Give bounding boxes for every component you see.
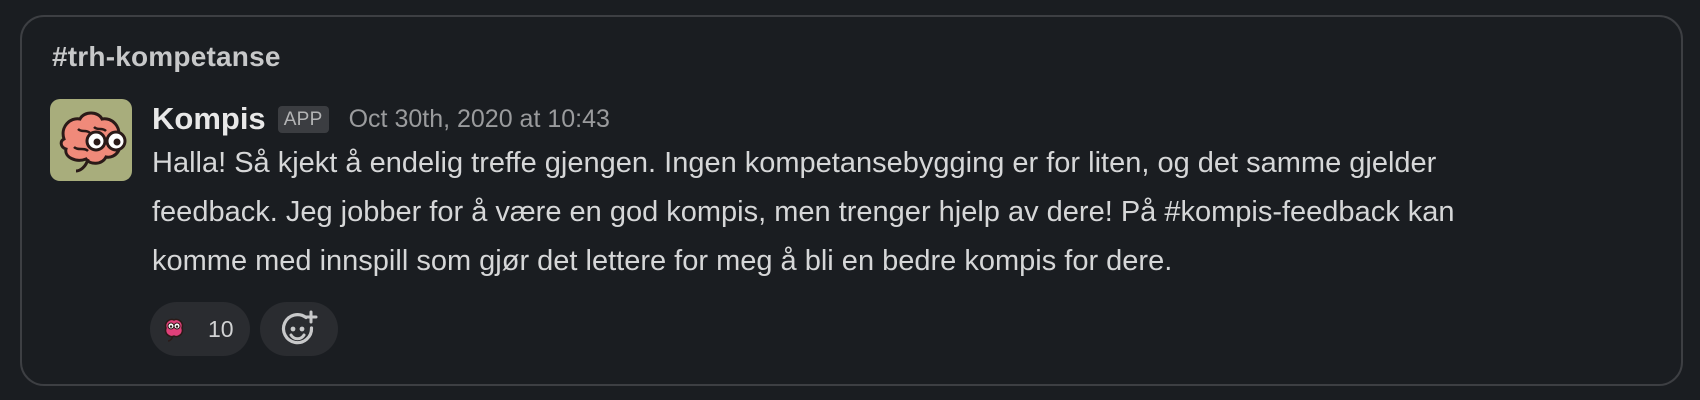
add-reaction-button[interactable] xyxy=(260,302,338,356)
add-reaction-icon xyxy=(281,310,318,345)
reaction-kompis[interactable]: 10 xyxy=(150,302,250,356)
author-name[interactable]: Kompis xyxy=(152,101,266,137)
message-line: feedback. Jeg jobber for å være en god k… xyxy=(152,196,1455,228)
brain-with-glasses-icon xyxy=(59,111,127,173)
message-line: komme med innspill som gjør det lettere … xyxy=(152,245,1173,277)
app-badge: APP xyxy=(277,105,329,133)
reaction-count: 10 xyxy=(208,315,234,342)
message-line: Halla! Så kjekt å endelig treffe gjengen… xyxy=(152,147,1437,179)
message-body: Halla! Så kjekt å endelig treffe gjengen… xyxy=(152,139,1652,286)
message-timestamp[interactable]: Oct 30th, 2020 at 10:43 xyxy=(349,105,610,134)
message-header: Kompis APP Oct 30th, 2020 at 10:43 xyxy=(152,99,610,139)
kompis-brain-emoji-icon xyxy=(164,318,184,342)
message-card: #trh-kompetanse Kompis APP Oct 30th, 202… xyxy=(20,15,1683,386)
reactions-bar: 10 xyxy=(150,302,338,356)
avatar[interactable] xyxy=(50,99,132,181)
channel-name[interactable]: #trh-kompetanse xyxy=(52,41,281,73)
